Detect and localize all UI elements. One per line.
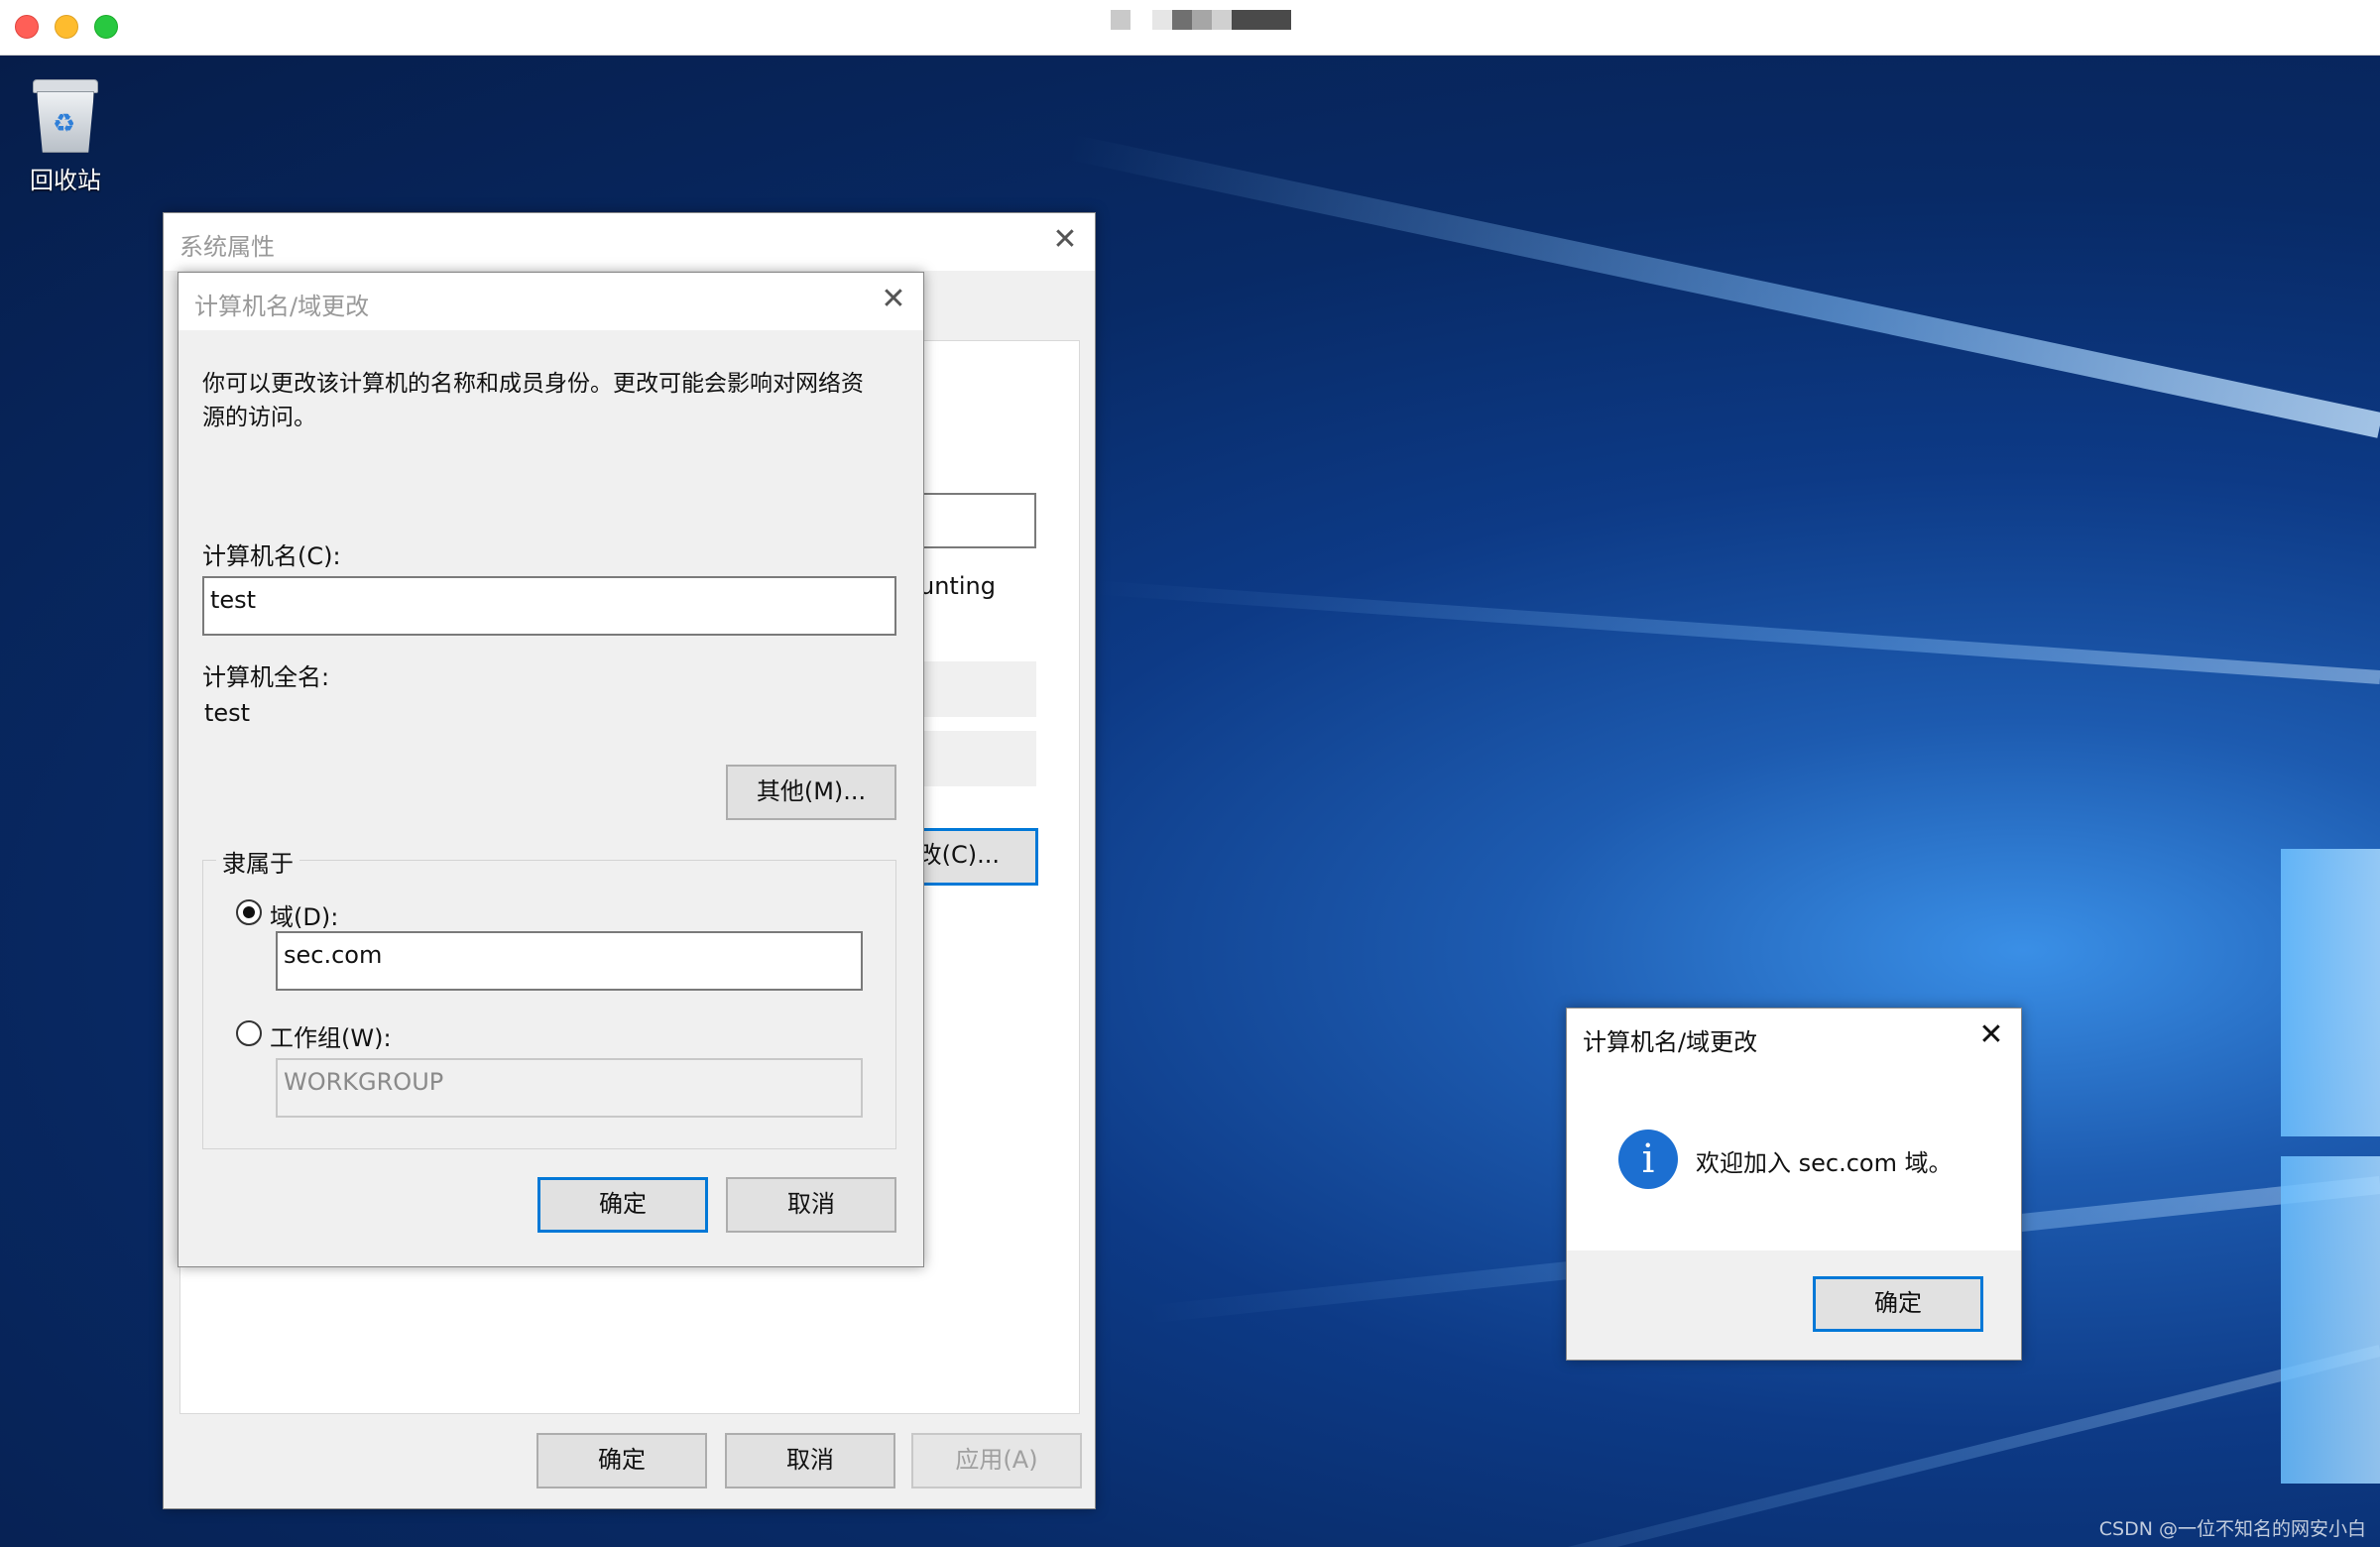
welcome-ok-button[interactable]: 确定 [1813,1276,1983,1332]
recycle-bin-label: 回收站 [30,167,101,194]
computer-name-change-title: 计算机名/域更改 [194,293,370,320]
ok-button[interactable]: 确定 [537,1177,708,1233]
more-button[interactable]: 其他(M)... [726,765,896,820]
system-properties-cancel-button[interactable]: 取消 [725,1433,895,1488]
description-line-1: 你可以更改该计算机的名称和成员身份。更改可能会影响对网络资 [202,371,864,397]
close-icon[interactable]: ✕ [1975,1020,2007,1052]
workgroup-radio[interactable] [236,1020,262,1046]
system-properties-apply-button[interactable]: 应用(A) [911,1433,1082,1488]
close-icon[interactable]: ✕ [878,285,909,316]
full-name-value: test [204,699,251,727]
minimize-window-button[interactable] [55,15,78,39]
domain-input[interactable]: sec.com [276,931,863,991]
workgroup-radio-label[interactable]: 工作组(W): [270,1018,392,1053]
info-icon: i [1618,1130,1678,1189]
system-properties-change-button[interactable]: 改(C)... [913,828,1038,886]
workgroup-input: WORKGROUP [276,1058,863,1118]
domain-radio[interactable] [236,899,262,925]
system-properties-description-field [917,493,1036,548]
wallpaper-light-ray [1093,580,2380,684]
full-name-label: 计算机全名: [202,663,330,691]
system-properties-partial-text: unting [919,572,996,600]
zoom-window-button[interactable] [94,15,118,39]
computer-name-label: 计算机名(C): [202,542,341,570]
computer-name-input[interactable]: test [202,576,896,636]
cancel-button[interactable]: 取消 [726,1177,896,1233]
watermark: CSDN @一位不知名的网安小白 [2098,1518,2366,1540]
close-window-button[interactable] [15,15,39,39]
close-icon[interactable]: ✕ [1049,225,1081,257]
system-properties-info-row [917,661,1036,717]
recycle-bin-icon: ♻ [31,75,100,155]
welcome-dialog-title: 计算机名/域更改 [1583,1028,1758,1056]
system-properties-title: 系统属性 [179,233,275,261]
wallpaper-light-ray [1067,134,2380,438]
windows-logo [2281,849,2380,1484]
welcome-message: 欢迎加入 sec.com 域。 [1696,1149,1953,1177]
system-properties-ok-button[interactable]: 确定 [536,1433,707,1488]
description-line-2: 源的访问。 [202,405,316,430]
member-of-label: 隶属于 [216,844,299,879]
host-window-titlebar [0,0,2380,56]
welcome-message-dialog: 计算机名/域更改 ✕ i 欢迎加入 sec.com 域。 确定 [1566,1008,2022,1361]
blurred-window-title [1111,10,1291,32]
domain-radio-label[interactable]: 域(D): [270,897,338,932]
recycle-bin[interactable]: ♻ 回收站 [20,75,111,195]
system-properties-info-row [917,731,1036,786]
computer-name-change-dialog: 计算机名/域更改 ✕ 你可以更改该计算机的名称和成员身份。更改可能会影响对网络资… [178,272,924,1267]
